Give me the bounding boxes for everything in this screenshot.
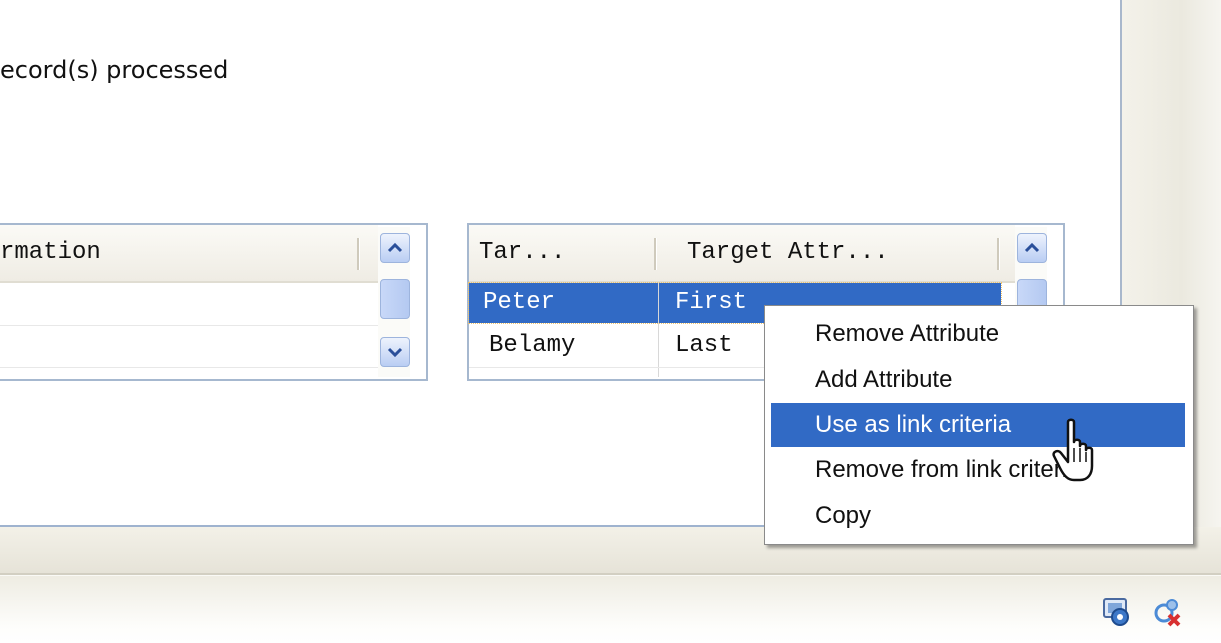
- menu-item-remove-from-link-criteria[interactable]: Remove from link criteria: [771, 448, 1185, 492]
- left-table-header: rmation: [0, 225, 378, 283]
- left-table[interactable]: rmation: [0, 223, 428, 381]
- scroll-up-icon: [1024, 242, 1040, 253]
- column-divider: [658, 283, 659, 377]
- attribute-table-header: Tar... Target Attr...: [469, 225, 1015, 283]
- vertical-scrollbar[interactable]: [378, 227, 410, 377]
- scroll-thumb[interactable]: [380, 279, 410, 319]
- table-row[interactable]: [0, 326, 378, 366]
- column-separator[interactable]: [654, 238, 656, 270]
- scroll-up-button[interactable]: [1017, 233, 1047, 263]
- table-row[interactable]: [0, 283, 378, 323]
- column-header-target[interactable]: Tar...: [479, 225, 647, 281]
- mouse-pointer-icon: [1052, 418, 1094, 482]
- connection-error-icon[interactable]: [1152, 595, 1184, 627]
- column-separator[interactable]: [997, 238, 999, 270]
- scroll-up-icon: [387, 242, 403, 253]
- status-bar-highlight: [0, 575, 1221, 576]
- context-menu: Remove Attribute Add Attribute Use as li…: [764, 305, 1194, 545]
- menu-item-add-attribute[interactable]: Add Attribute: [771, 358, 1185, 402]
- scroll-down-button[interactable]: [380, 337, 410, 367]
- left-column-header[interactable]: rmation: [0, 225, 350, 281]
- target-cell: Peter: [483, 289, 556, 316]
- scroll-down-icon: [387, 347, 403, 358]
- network-status-icon[interactable]: [1100, 595, 1132, 627]
- column-header-target-attribute[interactable]: Target Attr...: [687, 225, 997, 281]
- row-divider: [0, 367, 378, 368]
- records-processed-label: ecord(s) processed: [0, 56, 229, 84]
- menu-item-use-as-link-criteria[interactable]: Use as link criteria: [771, 403, 1185, 447]
- menu-item-copy[interactable]: Copy: [771, 494, 1185, 538]
- column-separator[interactable]: [357, 238, 359, 270]
- menu-item-remove-attribute[interactable]: Remove Attribute: [771, 312, 1185, 356]
- status-bar: [0, 573, 1221, 643]
- scroll-up-button[interactable]: [380, 233, 410, 263]
- target-cell: Belamy: [489, 332, 576, 359]
